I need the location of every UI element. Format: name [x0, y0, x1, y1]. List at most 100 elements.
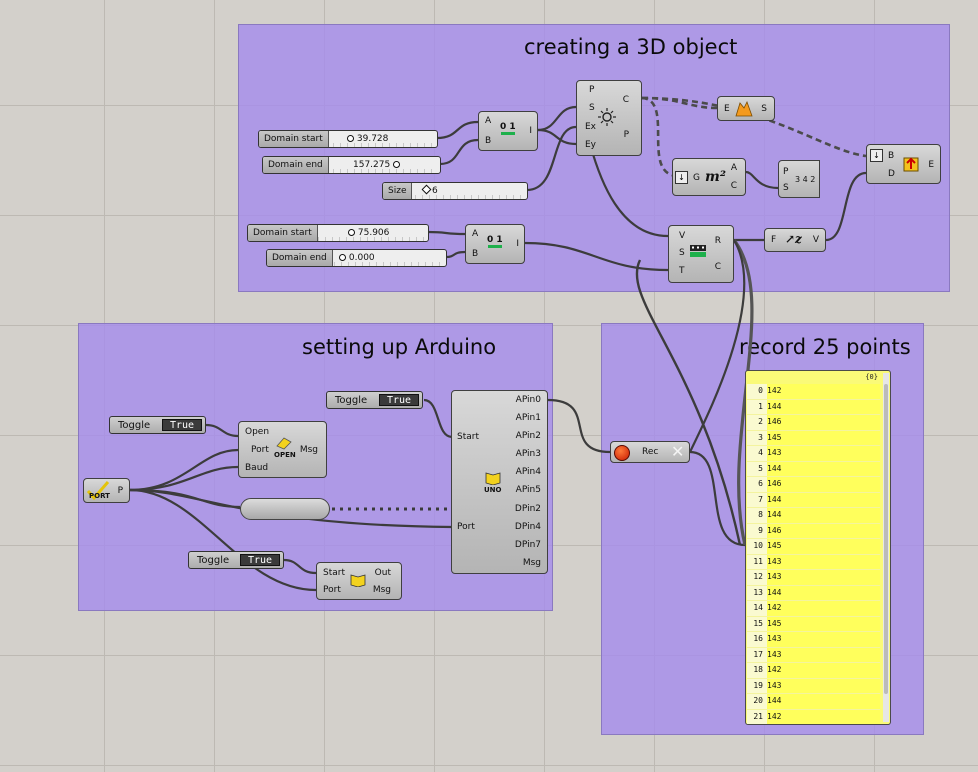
input-open[interactable]: Open	[245, 427, 269, 437]
port-param-component[interactable]: PORT P	[83, 478, 130, 503]
toggle-1[interactable]: Toggle True	[109, 416, 206, 434]
input-t[interactable]: T	[679, 266, 685, 276]
panel-row: 5 144	[747, 461, 880, 477]
input-s[interactable]: S	[783, 183, 789, 193]
vector-z-component[interactable]: F ↗z V	[764, 228, 826, 252]
input-ex[interactable]: Ex	[585, 122, 596, 132]
slider-knob[interactable]	[339, 254, 346, 261]
input-a[interactable]: A	[472, 229, 478, 239]
uno-glyph: UNO	[484, 486, 502, 494]
row-value: 143	[767, 448, 782, 457]
input-e[interactable]: E	[724, 104, 730, 114]
wire	[427, 230, 466, 236]
input-g[interactable]: G	[693, 173, 700, 183]
toggle-2[interactable]: Toggle True	[326, 391, 423, 409]
input-f[interactable]: F	[771, 235, 776, 245]
input-b[interactable]: B	[888, 151, 894, 161]
data-recorder-component[interactable]: Rec ✕	[610, 441, 690, 463]
output-apin2[interactable]: APin2	[516, 431, 541, 441]
slider-knob[interactable]	[421, 184, 432, 195]
slider-domain-end-1[interactable]: Domain end 157.275	[262, 156, 441, 174]
construct-domain-component-1[interactable]: A B 0 1 I	[478, 111, 538, 151]
wire	[635, 259, 742, 546]
output-c[interactable]: C	[623, 95, 629, 105]
slider-label: Domain end	[263, 157, 329, 173]
input-b[interactable]: B	[485, 136, 491, 146]
slider-domain-start-2[interactable]: Domain start 75.906	[247, 224, 429, 242]
output-dpin2[interactable]: DPin2	[515, 504, 541, 514]
output-e[interactable]: E	[928, 160, 934, 170]
area-component[interactable]: ↓ G m² A C	[672, 158, 746, 196]
extrude-component[interactable]: E S	[717, 96, 775, 121]
output-r[interactable]: R	[715, 236, 721, 246]
output-apin1[interactable]: APin1	[516, 413, 541, 423]
clear-icon[interactable]: ✕	[671, 443, 684, 461]
output-a[interactable]: A	[731, 163, 737, 173]
input-port[interactable]: Port	[251, 445, 269, 455]
output-p[interactable]: P	[118, 486, 123, 496]
row-value: 143	[767, 634, 782, 643]
output-i[interactable]: I	[529, 126, 532, 136]
uno-write-component[interactable]: Start Port Out Msg	[316, 562, 402, 600]
open-port-component[interactable]: Open Port Baud OPEN Msg	[238, 421, 327, 478]
input-s[interactable]: S	[679, 248, 685, 258]
input-start[interactable]: Start	[457, 432, 479, 442]
output-apin5[interactable]: APin5	[516, 485, 541, 495]
output-c[interactable]: C	[731, 181, 737, 191]
panel-scrollbar-thumb[interactable]	[884, 384, 888, 694]
input-start[interactable]: Start	[323, 568, 345, 578]
boundary-icon	[903, 157, 919, 172]
output-apin0[interactable]: APin0	[516, 395, 541, 405]
uno-read-component[interactable]: Start Port UNO APin0 APin1 APin2 APin3 A…	[451, 390, 548, 574]
output-dpin7[interactable]: DPin7	[515, 540, 541, 550]
row-index: 11	[747, 554, 767, 569]
input-v[interactable]: V	[679, 231, 685, 241]
input-d[interactable]: D	[888, 169, 895, 179]
slider-domain-start-1[interactable]: Domain start 39.728	[258, 130, 438, 148]
toggle-3[interactable]: Toggle True	[188, 551, 284, 569]
input-s[interactable]: S	[589, 103, 595, 113]
list-item-component[interactable]: P S 3 4 2	[778, 160, 820, 198]
panel-rows: 0 142 1 144 2 146 3 145 4 143 5 144 6 146 7 144 8 144 9 146…	[747, 384, 880, 724]
wire	[445, 250, 466, 259]
record-icon[interactable]	[614, 445, 630, 461]
output-i[interactable]: I	[516, 239, 519, 249]
input-baud[interactable]: Baud	[245, 463, 268, 473]
input-port[interactable]: Port	[323, 585, 341, 595]
slider-domain-end-2[interactable]: Domain end 0.000	[266, 249, 447, 267]
boundary-component[interactable]: ↓ B D E	[866, 144, 941, 184]
slider-size[interactable]: Size 6	[382, 182, 528, 200]
data-panel[interactable]: {0} 0 142 1 144 2 146 3 145 4 143 5 144 6 146 7 144 8 144…	[745, 370, 891, 725]
input-b[interactable]: B	[472, 249, 478, 259]
input-ey[interactable]: Ey	[585, 140, 596, 150]
output-msg[interactable]: Msg	[373, 585, 391, 595]
output-apin3[interactable]: APin3	[516, 449, 541, 459]
panel-row: 21 142	[747, 709, 880, 724]
output-msg[interactable]: Msg	[523, 558, 541, 568]
slider-knob[interactable]	[393, 161, 401, 168]
evaluate-component[interactable]: V S T R C	[668, 225, 734, 283]
input-a[interactable]: A	[485, 116, 491, 126]
divide-surface-component[interactable]: P S Ex Ey C P	[576, 80, 642, 156]
input-p[interactable]: P	[589, 85, 594, 95]
toggle-value[interactable]: True	[162, 419, 202, 431]
relay-capsule[interactable]	[240, 498, 330, 520]
output-p[interactable]: P	[624, 130, 629, 140]
toggle-label: Toggle	[335, 395, 368, 406]
output-out[interactable]: Out	[375, 568, 391, 578]
input-p[interactable]: P	[783, 167, 788, 177]
slider-knob[interactable]	[347, 135, 354, 142]
row-value: 144	[767, 494, 782, 504]
output-apin4[interactable]: APin4	[516, 467, 541, 477]
output-s[interactable]: S	[761, 104, 767, 114]
toggle-value[interactable]: True	[379, 394, 419, 406]
panel-row: 7 144	[747, 492, 880, 508]
construct-domain-component-2[interactable]: A B 0 1 I	[465, 224, 525, 264]
output-msg[interactable]: Msg	[300, 445, 318, 455]
toggle-value[interactable]: True	[240, 554, 280, 566]
input-port[interactable]: Port	[457, 522, 475, 532]
output-dpin4[interactable]: DPin4	[515, 522, 541, 532]
output-c[interactable]: C	[715, 262, 721, 272]
slider-knob[interactable]	[348, 229, 355, 236]
output-v[interactable]: V	[813, 235, 819, 245]
